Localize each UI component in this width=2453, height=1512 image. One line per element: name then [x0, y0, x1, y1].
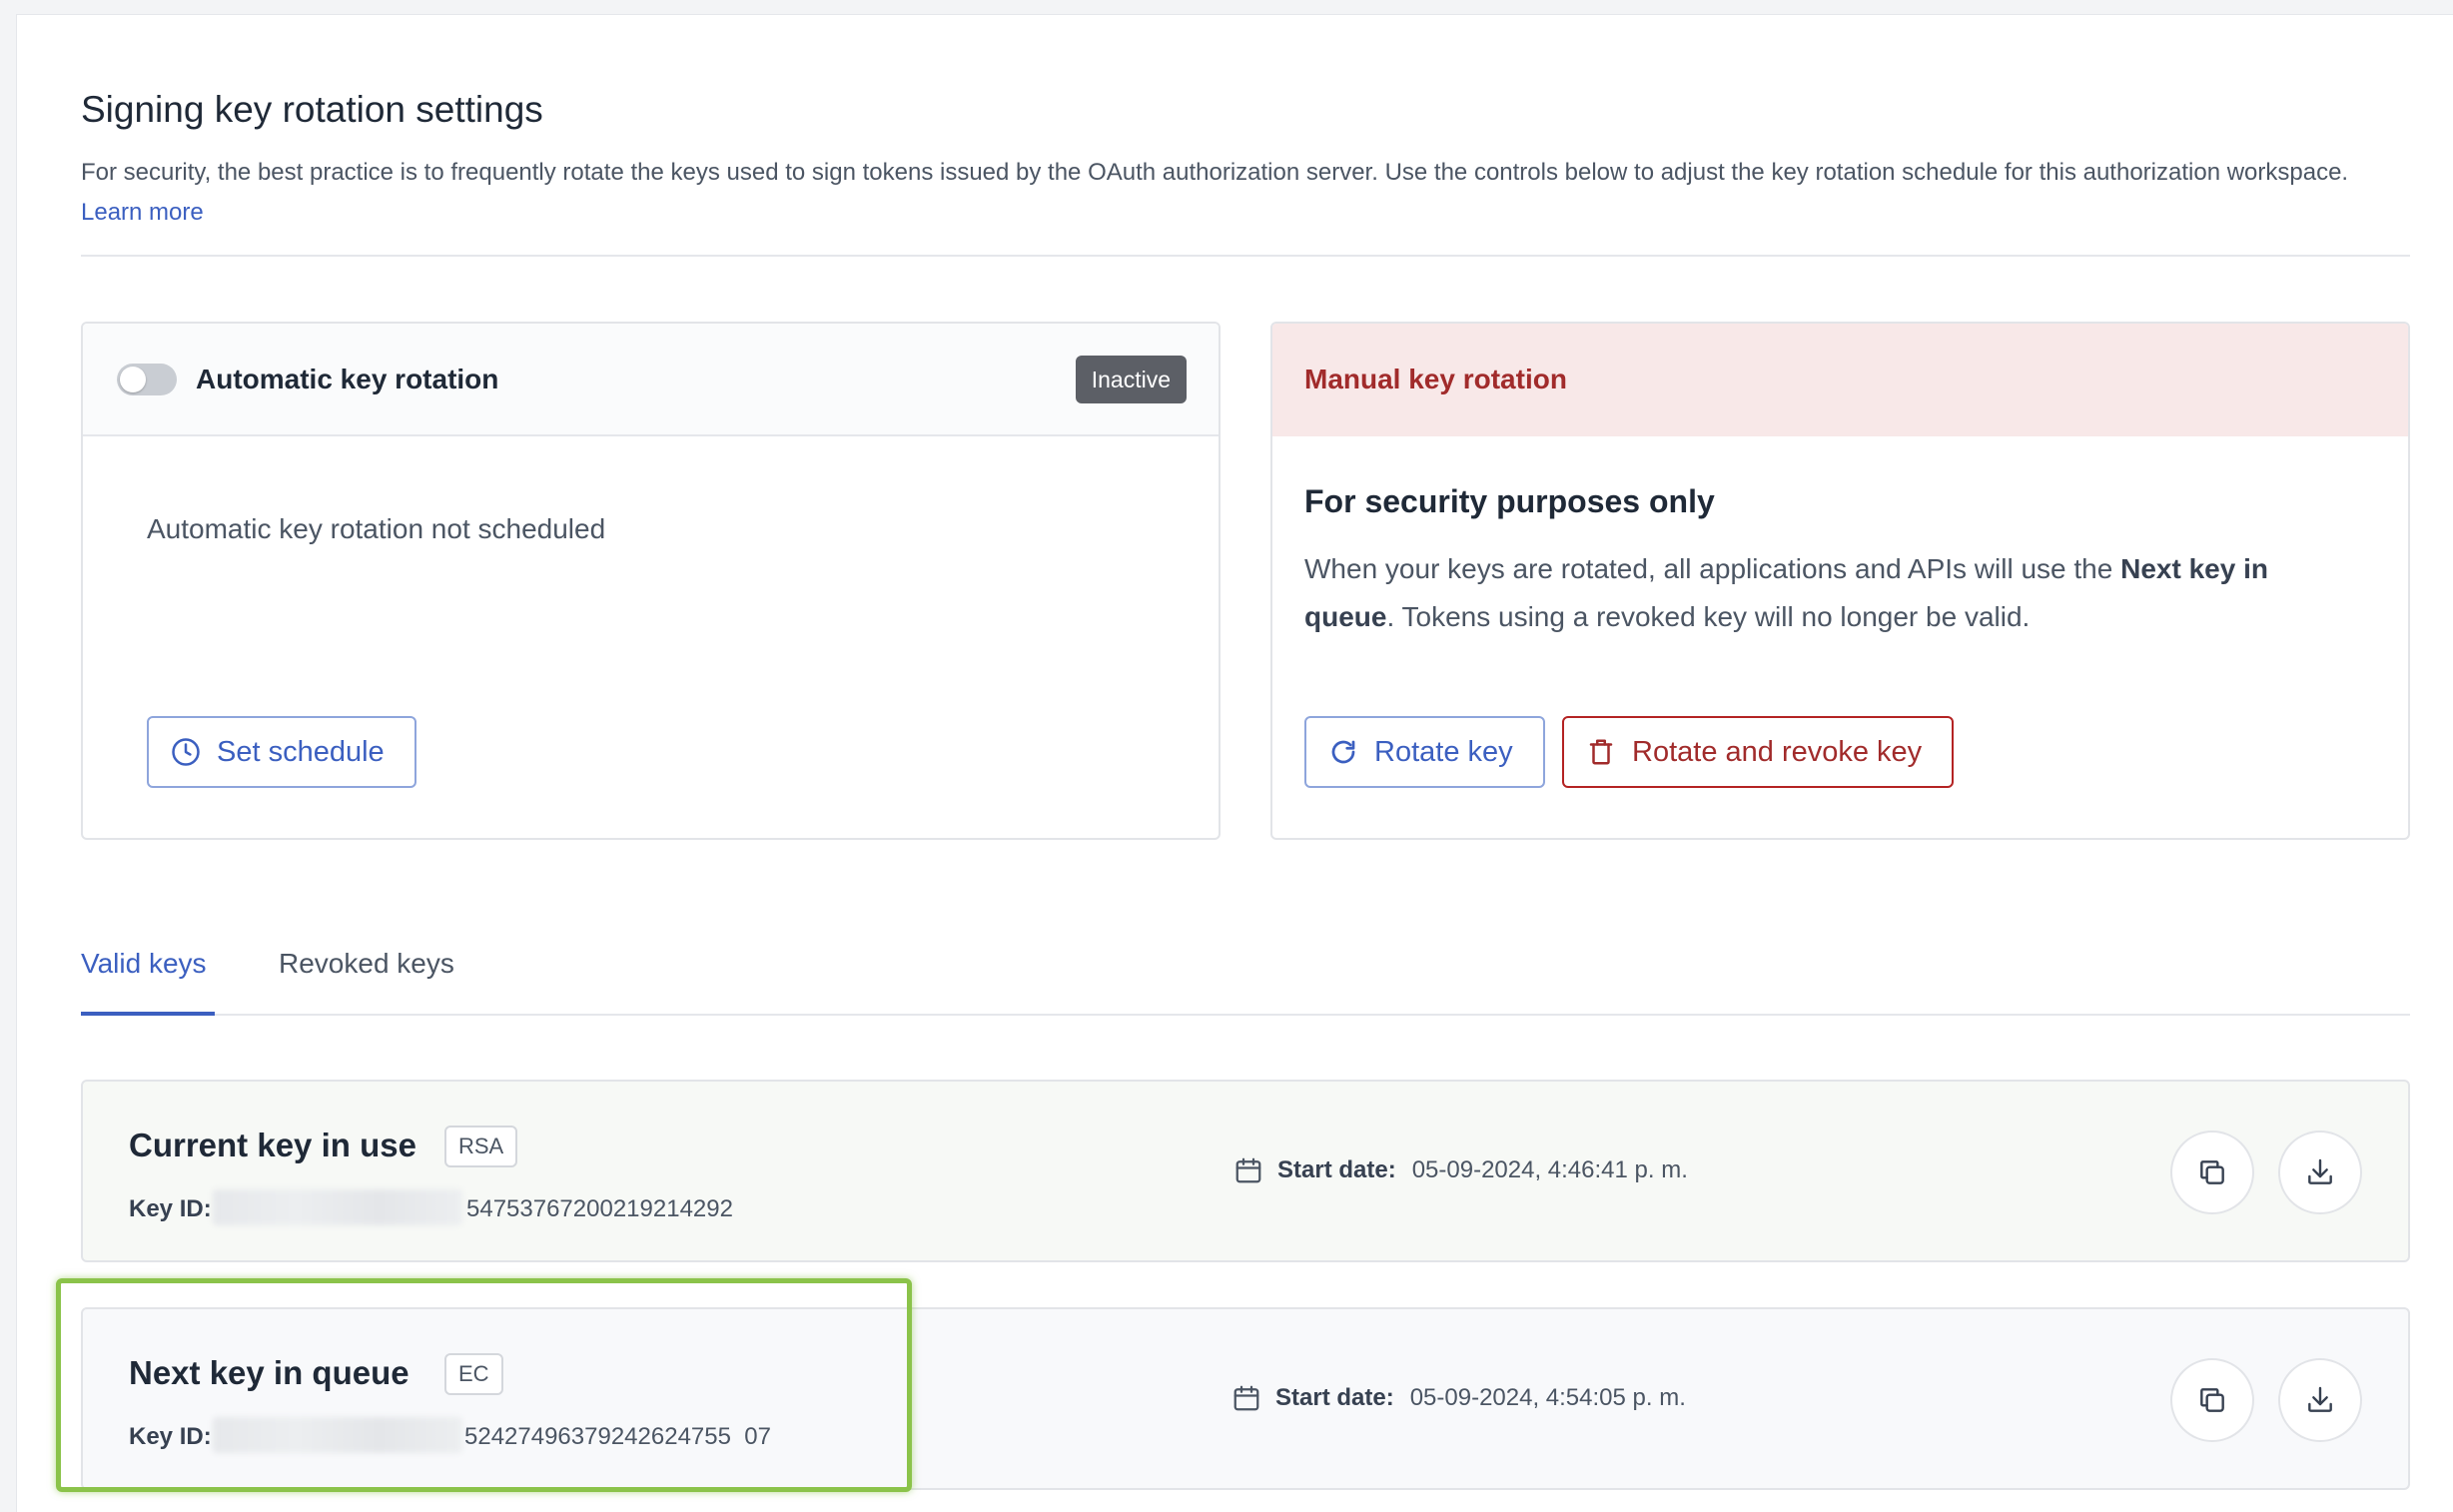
start-date-value: 05-09-2024, 4:54:05 p. m. — [1409, 1384, 1686, 1411]
download-icon — [2308, 1158, 2332, 1184]
clock-icon — [172, 738, 200, 766]
copy-key-button[interactable] — [2170, 1358, 2254, 1442]
calendar-icon — [1235, 1157, 1261, 1183]
set-schedule-label: Set schedule — [217, 735, 385, 768]
manual-rotation-header: Manual key rotation — [1272, 324, 2408, 436]
key-title: Next key in queue — [129, 1354, 409, 1391]
start-date-label: Start date: — [1275, 1384, 1394, 1411]
start-date: Start date: 05-09-2024, 4:46:41 p. m. — [1233, 1155, 1688, 1185]
algorithm-badge: RSA — [444, 1126, 518, 1167]
tab-valid-keys[interactable]: Valid keys — [81, 948, 207, 980]
rotate-key-label: Rotate key — [1374, 735, 1513, 768]
page-description: For security, the best practice is to fr… — [81, 153, 2410, 233]
key-id-redacted — [213, 1189, 462, 1225]
calendar-icon — [1233, 1385, 1259, 1411]
page: Signing key rotation settings For securi… — [16, 14, 2453, 1512]
rotate-and-revoke-button[interactable]: Rotate and revoke key — [1562, 716, 1955, 788]
start-date-label: Start date: — [1277, 1156, 1396, 1183]
rotate-and-revoke-label: Rotate and revoke key — [1632, 735, 1923, 768]
algorithm-badge: EC — [444, 1353, 503, 1395]
active-tab-indicator — [81, 1012, 215, 1016]
key-title: Current key in use — [129, 1127, 416, 1163]
copy-icon — [2200, 1160, 2224, 1184]
schedule-status-text: Automatic key rotation not scheduled — [147, 513, 606, 544]
key-id-label: Key ID: — [129, 1195, 212, 1222]
automatic-rotation-title: Automatic key rotation — [196, 364, 499, 394]
current-key-row: Current key in use RSA Key ID: 547537672… — [81, 1080, 2410, 1262]
copy-icon — [2200, 1388, 2224, 1412]
key-id-redacted — [213, 1417, 462, 1453]
description-text: For security, the best practice is to fr… — [81, 159, 2349, 186]
key-tabs: Valid keys Revoked keys — [81, 884, 2410, 1016]
key-id-label: Key ID: — [129, 1423, 212, 1450]
manual-rotation-title: Manual key rotation — [1304, 364, 1567, 394]
tab-revoked-keys[interactable]: Revoked keys — [279, 948, 454, 980]
automatic-rotation-toggle[interactable] — [117, 364, 177, 395]
learn-more-link[interactable]: Learn more — [81, 199, 204, 226]
trash-icon — [1589, 739, 1613, 765]
security-text-start: When your keys are rotated, all applicat… — [1304, 553, 2121, 584]
download-key-button[interactable] — [2278, 1131, 2362, 1214]
automatic-rotation-card: Automatic key rotation Inactive Automati… — [81, 322, 1221, 840]
start-date: Start date: 05-09-2024, 4:54:05 p. m. — [1231, 1383, 1686, 1413]
key-id-value: 52427496379242624755 07 — [464, 1423, 771, 1450]
download-icon — [2308, 1386, 2332, 1412]
automatic-rotation-header: Automatic key rotation Inactive — [83, 324, 1219, 436]
divider — [81, 255, 2410, 257]
set-schedule-button[interactable]: Set schedule — [147, 716, 416, 788]
security-text-end: . Tokens using a revoked key will no lon… — [1386, 601, 2031, 632]
start-date-value: 05-09-2024, 4:46:41 p. m. — [1411, 1156, 1688, 1183]
status-badge: Inactive — [1075, 356, 1187, 403]
copy-key-button[interactable] — [2170, 1131, 2254, 1214]
toggle-knob — [120, 367, 146, 392]
manual-rotation-card: Manual key rotation For security purpose… — [1270, 322, 2410, 840]
security-description: When your keys are rotated, all applicat… — [1304, 545, 2363, 641]
rotate-key-button[interactable]: Rotate key — [1304, 716, 1545, 788]
download-key-button[interactable] — [2278, 1358, 2362, 1442]
security-heading: For security purposes only — [1304, 483, 1715, 519]
refresh-icon — [1331, 740, 1355, 764]
key-id-value: 54753767200219214292 — [466, 1195, 733, 1222]
page-title: Signing key rotation settings — [81, 89, 543, 130]
next-key-row: Next key in queue EC Key ID: 52427496379… — [81, 1307, 2410, 1490]
